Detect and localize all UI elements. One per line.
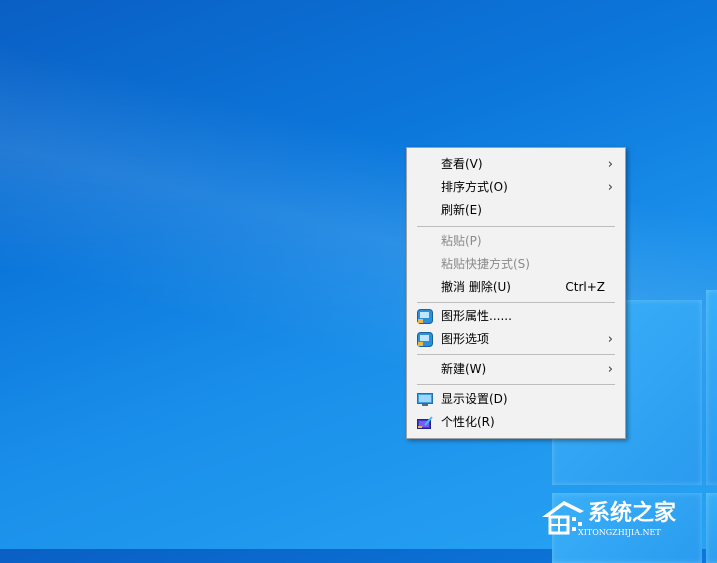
menu-item-sort-by[interactable]: 排序方式(O) › <box>407 176 625 199</box>
menu-label: 新建(W) <box>441 362 487 376</box>
wallpaper-window-pane <box>706 493 717 563</box>
menu-label: 粘贴快捷方式(S) <box>441 257 530 271</box>
display-icon <box>417 393 433 406</box>
menu-label: 显示设置(D) <box>441 392 508 406</box>
shortcut-text: Ctrl+Z <box>565 280 605 294</box>
menu-separator <box>417 226 615 227</box>
personalize-icon <box>417 416 433 429</box>
chevron-right-icon: › <box>607 180 613 195</box>
menu-label: 个性化(R) <box>441 415 495 429</box>
menu-label: 查看(V) <box>441 157 483 171</box>
menu-item-view[interactable]: 查看(V) › <box>407 153 625 176</box>
menu-separator <box>417 384 615 385</box>
chevron-right-icon: › <box>607 362 613 377</box>
desktop-context-menu: 查看(V) › 排序方式(O) › 刷新(E) 粘贴(P) 粘贴快捷方式(S) 撤消… <box>406 147 626 439</box>
watermark-subtitle: XITONGZHIJIA.NET <box>578 528 661 537</box>
watermark-title: 系统之家 <box>588 501 677 526</box>
menu-label: 粘贴(P) <box>441 234 482 248</box>
menu-separator <box>417 354 615 355</box>
chevron-right-icon: › <box>607 332 613 347</box>
menu-item-graphics-options[interactable]: 图形选项 › <box>407 328 625 351</box>
menu-label: 图形属性...... <box>441 309 512 323</box>
menu-label: 刷新(E) <box>441 203 482 217</box>
menu-separator <box>417 302 615 303</box>
menu-item-new[interactable]: 新建(W) › <box>407 358 625 381</box>
graphics-icon <box>417 309 433 324</box>
menu-item-refresh[interactable]: 刷新(E) <box>407 199 625 222</box>
wallpaper-window-pane <box>706 290 717 485</box>
graphics-icon <box>417 332 433 347</box>
menu-item-paste[interactable]: 粘贴(P) <box>407 230 625 253</box>
menu-item-graphics-properties[interactable]: 图形属性...... <box>407 305 625 328</box>
chevron-right-icon: › <box>607 157 613 172</box>
menu-item-paste-shortcut[interactable]: 粘贴快捷方式(S) <box>407 253 625 276</box>
menu-item-display-settings[interactable]: 显示设置(D) <box>407 388 625 411</box>
menu-item-undo-delete[interactable]: 撤消 删除(U) Ctrl+Z <box>407 276 625 299</box>
menu-label: 排序方式(O) <box>441 180 508 194</box>
menu-label: 图形选项 <box>441 332 490 346</box>
menu-label: 撤消 删除(U) <box>441 280 511 294</box>
menu-item-personalize[interactable]: 个性化(R) <box>407 411 625 434</box>
